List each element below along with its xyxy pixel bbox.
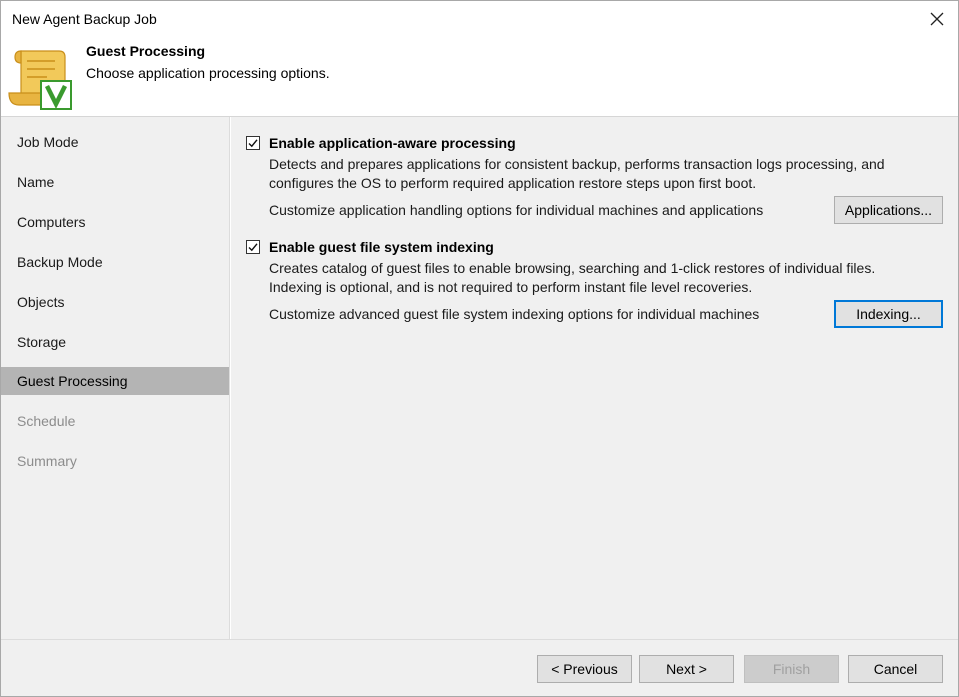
app-aware-description-line1: Detects and prepares applications for co… bbox=[269, 156, 885, 172]
wizard-window: New Agent Backup Job Guest Processing Ch… bbox=[0, 0, 959, 697]
page-subtitle: Choose application processing options. bbox=[86, 65, 330, 81]
sidebar-item-schedule: Schedule bbox=[17, 413, 76, 429]
app-aware-label[interactable]: Enable application-aware processing bbox=[269, 135, 516, 151]
indexing-description-line1: Creates catalog of guest files to enable… bbox=[269, 260, 876, 276]
app-aware-option: Enable application-aware processing bbox=[246, 135, 516, 151]
close-icon bbox=[930, 12, 944, 26]
app-aware-checkbox[interactable] bbox=[246, 136, 260, 150]
indexing-customize-text: Customize advanced guest file system ind… bbox=[269, 306, 760, 322]
title-bar: New Agent Backup Job bbox=[1, 1, 958, 37]
checkmark-icon bbox=[248, 139, 258, 148]
close-button[interactable] bbox=[924, 6, 950, 32]
sidebar-item-guest-processing[interactable]: Guest Processing bbox=[1, 367, 229, 395]
wizard-steps-sidebar: Job Mode Name Computers Backup Mode Obje… bbox=[1, 117, 230, 639]
wizard-footer: < Previous Next > Finish Cancel bbox=[1, 639, 958, 696]
sidebar-item-computers[interactable]: Computers bbox=[1, 208, 229, 236]
indexing-label[interactable]: Enable guest file system indexing bbox=[269, 239, 494, 255]
wizard-header: Guest Processing Choose application proc… bbox=[1, 37, 958, 117]
indexing-button[interactable]: Indexing... bbox=[834, 300, 943, 328]
cancel-button[interactable]: Cancel bbox=[848, 655, 943, 683]
sidebar-item-job-mode[interactable]: Job Mode bbox=[1, 128, 229, 156]
next-button[interactable]: Next > bbox=[639, 655, 734, 683]
indexing-checkbox[interactable] bbox=[246, 240, 260, 254]
sidebar-item-summary: Summary bbox=[17, 453, 77, 469]
applications-button[interactable]: Applications... bbox=[834, 196, 943, 224]
app-aware-description-line2: configures the OS to perform required ap… bbox=[269, 175, 757, 191]
indexing-description-line2: Indexing is optional, and is not require… bbox=[269, 279, 753, 295]
indexing-option: Enable guest file system indexing bbox=[246, 239, 494, 255]
sidebar-item-storage[interactable]: Storage bbox=[1, 328, 229, 356]
window-title: New Agent Backup Job bbox=[12, 11, 157, 27]
sidebar-item-name[interactable]: Name bbox=[1, 168, 229, 196]
sidebar-item-backup-mode[interactable]: Backup Mode bbox=[1, 248, 229, 276]
previous-button[interactable]: < Previous bbox=[537, 655, 632, 683]
sidebar-item-objects[interactable]: Objects bbox=[1, 288, 229, 316]
guest-processing-panel: Enable application-aware processing Dete… bbox=[231, 117, 958, 639]
veeam-scroll-logo-icon bbox=[8, 50, 72, 110]
page-title: Guest Processing bbox=[86, 43, 206, 59]
checkmark-icon bbox=[248, 243, 258, 252]
app-aware-customize-text: Customize application handling options f… bbox=[269, 202, 764, 218]
finish-button: Finish bbox=[744, 655, 839, 683]
